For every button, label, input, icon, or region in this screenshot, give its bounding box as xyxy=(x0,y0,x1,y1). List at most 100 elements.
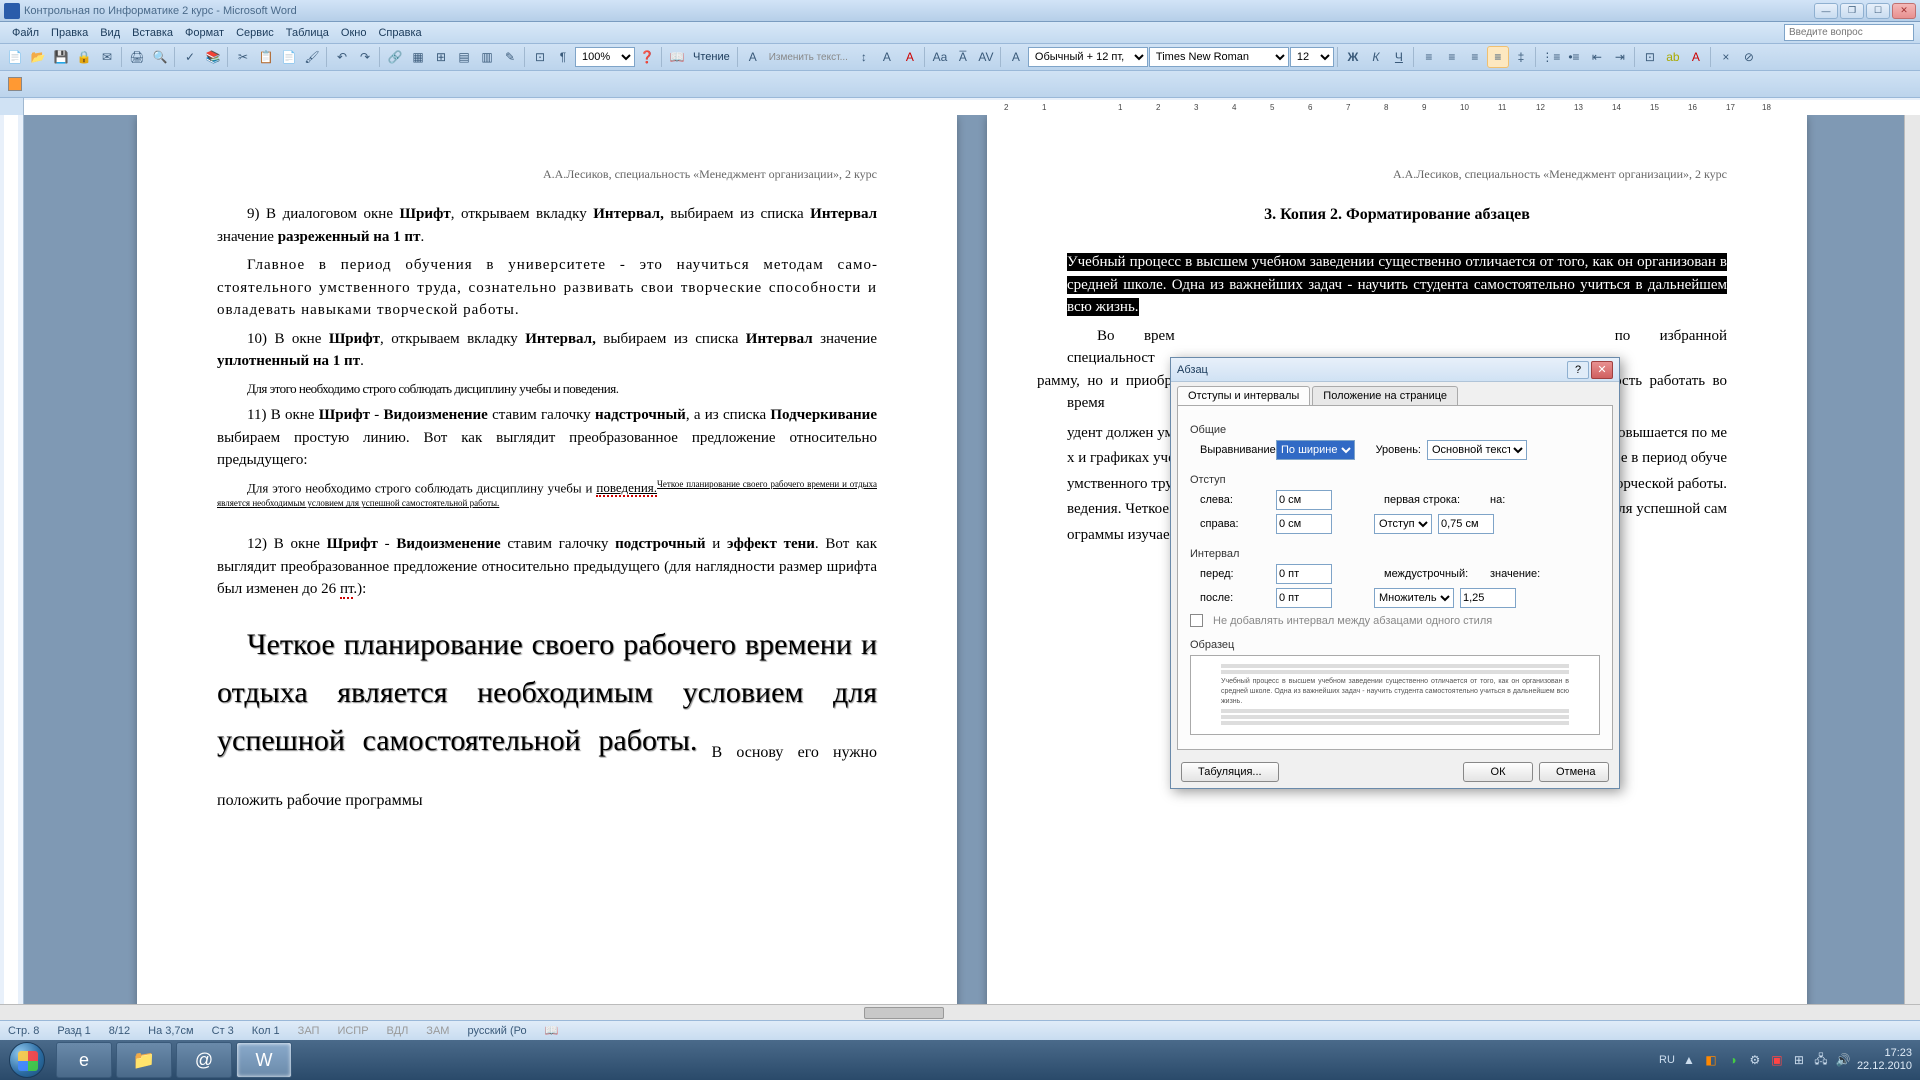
tb-misc-5[interactable]: Aa xyxy=(929,46,951,68)
status-ext[interactable]: ВДЛ xyxy=(387,1025,409,1037)
scrollbar-vertical[interactable] xyxy=(1904,115,1920,1024)
bold-button[interactable]: Ж xyxy=(1342,46,1364,68)
read-mode-icon[interactable]: 📖 xyxy=(666,46,688,68)
columns-button[interactable]: ▥ xyxy=(476,46,498,68)
menu-edit[interactable]: Правка xyxy=(45,25,94,41)
tray-volume-icon[interactable]: 🔊 xyxy=(1835,1052,1851,1068)
tab-pagination[interactable]: Положение на странице xyxy=(1312,386,1458,405)
menu-table[interactable]: Таблица xyxy=(280,25,335,41)
tb-misc-3[interactable]: A xyxy=(876,46,898,68)
tray-lang[interactable]: RU xyxy=(1659,1054,1675,1066)
read-mode-label[interactable]: Чтение xyxy=(689,51,734,63)
tray-icon-2[interactable]: ◑ xyxy=(1725,1052,1741,1068)
borders-button[interactable]: ⊡ xyxy=(1639,46,1661,68)
align-left-button[interactable]: ≡ xyxy=(1418,46,1440,68)
ruler-scale[interactable]: 2 1 1 2 3 4 5 6 7 8 9 10 11 12 13 14 15 … xyxy=(24,100,1920,115)
tray-icon-1[interactable]: ◧ xyxy=(1703,1052,1719,1068)
research-button[interactable]: 📚 xyxy=(202,46,224,68)
modify-text-label[interactable]: Изменить текст... xyxy=(765,52,852,63)
ruler-vertical[interactable] xyxy=(0,115,24,1024)
status-lang[interactable]: русский (Ро xyxy=(467,1025,526,1037)
style-icon[interactable]: A xyxy=(1005,46,1027,68)
dialog-close-button[interactable]: ✕ xyxy=(1591,361,1613,379)
tab-indents[interactable]: Отступы и интервалы xyxy=(1177,386,1310,405)
at-spinner[interactable]: 1,25 xyxy=(1460,588,1516,608)
firstline-select[interactable]: Отступ xyxy=(1374,514,1432,534)
save-button[interactable]: 💾 xyxy=(50,46,72,68)
menu-insert[interactable]: Вставка xyxy=(126,25,179,41)
after-spinner[interactable]: 0 пт xyxy=(1276,588,1332,608)
underline-button[interactable]: Ч xyxy=(1388,46,1410,68)
tb-misc-1[interactable]: A xyxy=(742,46,764,68)
tabs-button[interactable]: Табуляция... xyxy=(1181,762,1279,782)
redo-button[interactable]: ↷ xyxy=(354,46,376,68)
tray-icon-4[interactable]: ▣ xyxy=(1769,1052,1785,1068)
ok-button[interactable]: ОК xyxy=(1463,762,1533,782)
hyperlink-button[interactable]: 🔗 xyxy=(384,46,406,68)
taskbar-mail[interactable]: @ xyxy=(176,1042,232,1078)
indent-left-spinner[interactable]: 0 см xyxy=(1276,490,1332,510)
tray-clock[interactable]: 17:23 22.12.2010 xyxy=(1857,1047,1912,1073)
doc-map-button[interactable]: ⊡ xyxy=(529,46,551,68)
tray-network-icon[interactable]: 🖧 xyxy=(1813,1052,1829,1068)
format-painter-button[interactable]: 🖌 xyxy=(301,46,323,68)
tray-icon-5[interactable]: ⊞ xyxy=(1791,1052,1807,1068)
open-button[interactable]: 📂 xyxy=(27,46,49,68)
style-combo[interactable]: Обычный + 12 пт, xyxy=(1028,47,1148,67)
close-button[interactable]: ✕ xyxy=(1892,3,1916,19)
taskbar-ie[interactable]: e xyxy=(56,1042,112,1078)
firstline-by-spinner[interactable]: 0,75 см xyxy=(1438,514,1494,534)
level-select[interactable]: Основной текст xyxy=(1427,440,1527,460)
highlight-button[interactable]: ab xyxy=(1662,46,1684,68)
numbering-button[interactable]: ⋮≡ xyxy=(1540,46,1562,68)
menu-tools[interactable]: Сервис xyxy=(230,25,280,41)
cut-button[interactable]: ✂ xyxy=(232,46,254,68)
help-button[interactable]: ❓ xyxy=(636,46,658,68)
paste-button[interactable]: 📄 xyxy=(278,46,300,68)
tb-extra-2[interactable]: ⊘ xyxy=(1738,46,1760,68)
undo-button[interactable]: ↶ xyxy=(331,46,353,68)
line-spacing-button[interactable]: ‡ xyxy=(1510,46,1532,68)
tb-misc-2[interactable]: ↕ xyxy=(853,46,875,68)
status-trk[interactable]: ИСПР xyxy=(337,1025,368,1037)
drawing-button[interactable]: ✎ xyxy=(499,46,521,68)
spellcheck-button[interactable]: ✓ xyxy=(179,46,201,68)
increase-indent-button[interactable]: ⇥ xyxy=(1609,46,1631,68)
print-preview-button[interactable]: 🔍 xyxy=(149,46,171,68)
copy-button[interactable]: 📋 xyxy=(255,46,277,68)
mail-button[interactable]: ✉ xyxy=(96,46,118,68)
excel-button[interactable]: ▤ xyxy=(453,46,475,68)
align-right-button[interactable]: ≡ xyxy=(1464,46,1486,68)
align-center-button[interactable]: ≡ xyxy=(1441,46,1463,68)
status-book-icon[interactable]: 📖 xyxy=(545,1024,559,1037)
no-space-checkbox[interactable] xyxy=(1190,614,1203,627)
new-doc-button[interactable]: 📄 xyxy=(4,46,26,68)
tray-flag-icon[interactable]: ▲ xyxy=(1681,1052,1697,1068)
scrollbar-horizontal[interactable] xyxy=(0,1004,1920,1020)
menu-window[interactable]: Окно xyxy=(335,25,373,41)
hscroll-thumb[interactable] xyxy=(864,1007,944,1019)
font-combo[interactable]: Times New Roman xyxy=(1149,47,1289,67)
minimize-button[interactable]: — xyxy=(1814,3,1838,19)
tb-misc-4[interactable]: A xyxy=(899,46,921,68)
fontsize-combo[interactable]: 12 xyxy=(1290,47,1334,67)
menu-file[interactable]: Файл xyxy=(6,25,45,41)
tb-misc-7[interactable]: AV xyxy=(975,46,997,68)
tb-misc-6[interactable]: A̅ xyxy=(952,46,974,68)
menu-help[interactable]: Справка xyxy=(372,25,427,41)
cancel-button[interactable]: Отмена xyxy=(1539,762,1609,782)
print-button[interactable]: 🖨 xyxy=(126,46,148,68)
menu-view[interactable]: Вид xyxy=(94,25,126,41)
color-fill-button[interactable] xyxy=(4,73,26,95)
taskbar-explorer[interactable]: 📁 xyxy=(116,1042,172,1078)
permissions-button[interactable]: 🔒 xyxy=(73,46,95,68)
zoom-combo[interactable]: 100% xyxy=(575,47,635,67)
status-rec[interactable]: ЗАП xyxy=(298,1025,320,1037)
before-spinner[interactable]: 0 пт xyxy=(1276,564,1332,584)
show-marks-button[interactable]: ¶ xyxy=(552,46,574,68)
dialog-titlebar[interactable]: Абзац ? ✕ xyxy=(1171,358,1619,382)
tb-extra-1[interactable]: × xyxy=(1715,46,1737,68)
status-ovr[interactable]: ЗАМ xyxy=(426,1025,449,1037)
maximize-button[interactable]: ☐ xyxy=(1866,3,1890,19)
align-justify-button[interactable]: ≡ xyxy=(1487,46,1509,68)
